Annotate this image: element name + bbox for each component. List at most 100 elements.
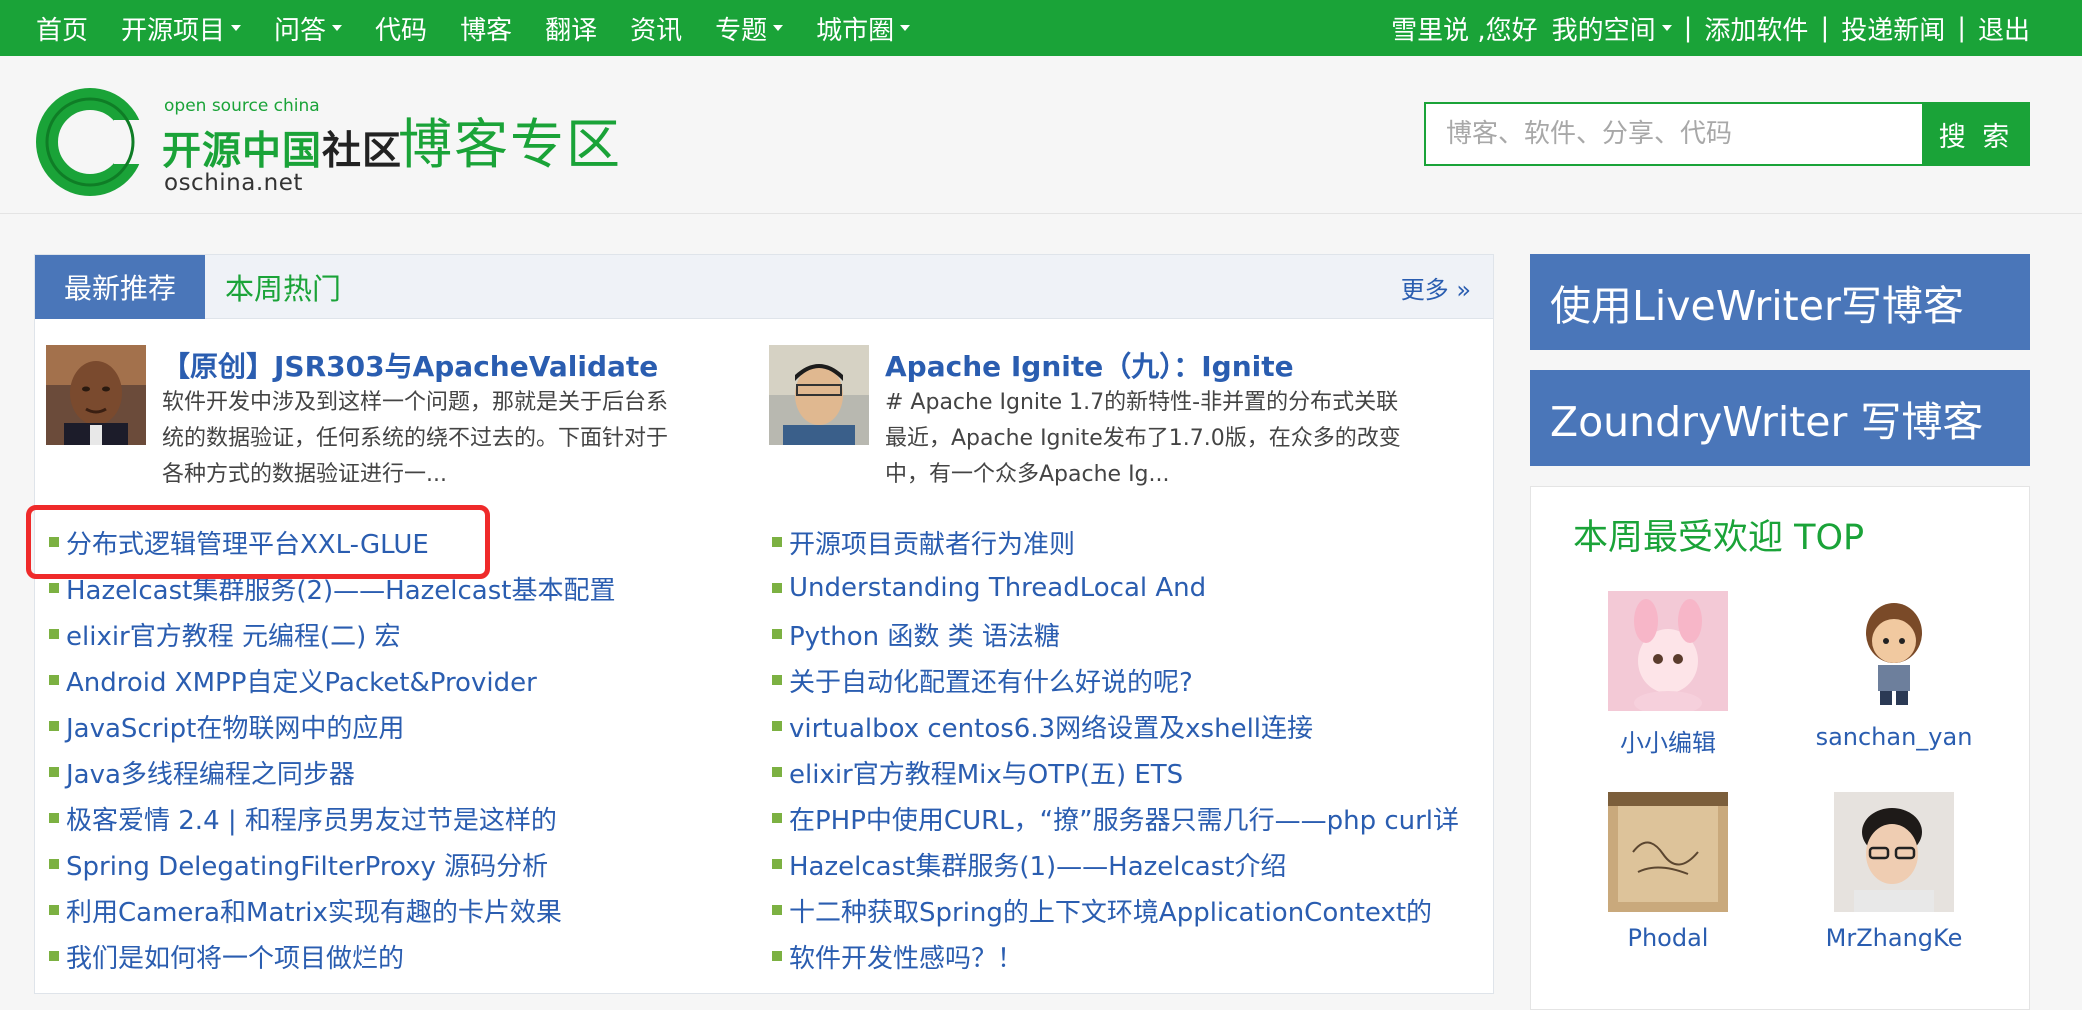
bullet-icon xyxy=(772,859,782,869)
weekly-top-title: 本周最受欢迎 TOP xyxy=(1573,518,1865,558)
chevron-down-icon xyxy=(231,25,242,31)
post-link[interactable]: JavaScript在物联网中的应用 xyxy=(49,703,769,749)
member-name: sanchan_yan xyxy=(1815,723,1973,751)
bullet-icon xyxy=(772,675,782,685)
featured-post-summary: 软件开发中涉及到这样一个问题，那就是关于后台系统的数据验证，任何系统的绕不过去的… xyxy=(162,390,669,487)
post-title: virtualbox centos6.3网络设置及xshell连接 xyxy=(789,713,1314,744)
bullet-icon xyxy=(49,767,59,777)
post-link[interactable]: Spring DelegatingFilterProxy 源码分析 xyxy=(49,841,769,887)
submit-news-link[interactable]: 投递新闻 xyxy=(1841,10,1945,47)
zoundrywriter-button[interactable]: ZoundryWriter 写博客 xyxy=(1530,370,2030,466)
author-avatar[interactable] xyxy=(769,345,869,445)
bullet-icon xyxy=(772,583,782,593)
post-link[interactable]: 十二种获取Spring的上下文环境ApplicationContext的 xyxy=(772,887,1492,933)
chevron-down-icon xyxy=(332,25,343,31)
bullet-icon xyxy=(772,767,782,777)
post-title: Understanding ThreadLocal And xyxy=(789,573,1207,603)
nav-item[interactable]: 开源项目 xyxy=(121,10,242,47)
post-title: Java多线程编程之同步器 xyxy=(66,759,355,790)
user-nav: 雪里说 ,您好 我的空间 | 添加软件 | 投递新闻 | 退出 xyxy=(1391,0,2030,56)
nav-item[interactable]: 专题 xyxy=(715,10,784,47)
featured-post-title[interactable]: 【原创】JSR303与ApacheValidate xyxy=(162,345,658,385)
post-list-right: 开源项目贡献者行为准则 Understanding ThreadLocal And… xyxy=(772,519,1492,979)
bullet-icon xyxy=(772,629,782,639)
tab-weekly-hot[interactable]: 本周热门 xyxy=(225,255,341,319)
post-link[interactable]: virtualbox centos6.3网络设置及xshell连接 xyxy=(772,703,1492,749)
livewriter-button[interactable]: 使用LiveWriter写博客 xyxy=(1530,254,2030,350)
post-title: JavaScript在物联网中的应用 xyxy=(66,713,405,744)
top-member[interactable]: 小小编辑 xyxy=(1578,591,1758,758)
weekly-top-box: 本周最受欢迎 TOP 小小编辑 sanchan_yan Phodal MrZha… xyxy=(1530,486,2030,1010)
author-avatar[interactable] xyxy=(46,345,146,445)
post-link[interactable]: elixir官方教程Mix与OTP(五) ETS xyxy=(772,749,1492,795)
separator: | xyxy=(1957,13,1966,43)
search-button[interactable]: 搜 索 xyxy=(1922,102,2030,166)
post-link[interactable]: 在PHP中使用CURL，“撩”服务器只需几行——php curl详 xyxy=(772,795,1492,841)
nav-item-label: 翻译 xyxy=(545,15,598,46)
post-link[interactable]: Java多线程编程之同步器 xyxy=(49,749,769,795)
post-link[interactable]: 极客爱情 2.4 | 和程序员男友过节是这样的 xyxy=(49,795,769,841)
nav-item-label: 博客 xyxy=(460,15,513,46)
nav-item-label: 代码 xyxy=(375,15,428,46)
separator: | xyxy=(1820,13,1830,43)
post-title: Spring DelegatingFilterProxy 源码分析 xyxy=(66,851,549,882)
tab-bar: 最新推荐 本周热门 更多 » xyxy=(35,255,1493,319)
tab-latest-recommended[interactable]: 最新推荐 xyxy=(35,255,205,319)
bullet-icon xyxy=(772,905,782,915)
more-link[interactable]: 更多 » xyxy=(1401,255,1471,319)
oschina-logo[interactable]: open source china 开源中国社区 oschina.net xyxy=(34,86,401,196)
post-link[interactable]: 软件开发性感吗？！ xyxy=(772,933,1492,979)
nav-item[interactable]: 代码 xyxy=(375,10,427,47)
nav-item[interactable]: 首页 xyxy=(36,10,88,47)
bullet-icon xyxy=(49,813,59,823)
bullet-icon xyxy=(772,951,782,961)
my-space-label: 我的空间 xyxy=(1551,15,1656,46)
main-nav: 首页 开源项目 问答 代码 博客 翻译 资讯 专题 城市圈 xyxy=(36,0,943,56)
post-link[interactable]: elixir官方教程 元编程(二) 宏 xyxy=(49,611,769,657)
add-software-link[interactable]: 添加软件 xyxy=(1704,10,1808,47)
post-link[interactable]: Android XMPP自定义Packet&Provider xyxy=(49,657,769,703)
post-title: 我们是如何将一个项目做烂的 xyxy=(66,943,405,974)
post-title: Python 函数 类 语法糖 xyxy=(789,621,1060,652)
bullet-icon xyxy=(49,905,59,915)
post-link[interactable]: 我们是如何将一个项目做烂的 xyxy=(49,933,769,979)
post-title: 十二种获取Spring的上下文环境ApplicationContext的 xyxy=(789,897,1433,928)
logo-c-icon xyxy=(36,88,154,196)
post-title: Hazelcast集群服务(1)——Hazelcast介绍 xyxy=(789,851,1287,882)
chevron-down-icon xyxy=(900,25,911,31)
top-member[interactable]: Phodal xyxy=(1578,792,1758,952)
featured-post-title[interactable]: Apache Ignite（九）：Ignite xyxy=(885,345,1294,385)
nav-item[interactable]: 翻译 xyxy=(545,10,597,47)
featured-post: Apache Ignite（九）：Ignite # Apache Ignite … xyxy=(769,345,1469,495)
logo-domain: oschina.net xyxy=(164,170,303,196)
post-link[interactable]: Hazelcast集群服务(1)——Hazelcast介绍 xyxy=(772,841,1492,887)
post-title: 关于自动化配置还有什么好说的呢? xyxy=(789,667,1193,698)
nav-item-label: 问答 xyxy=(274,15,327,46)
nav-item[interactable]: 问答 xyxy=(274,10,343,47)
nav-item-label: 资讯 xyxy=(630,15,683,46)
post-link[interactable]: 开源项目贡献者行为准则 xyxy=(772,519,1492,565)
nav-item[interactable]: 博客 xyxy=(460,10,512,47)
nav-item[interactable]: 城市圈 xyxy=(816,10,911,47)
search-input[interactable] xyxy=(1424,102,1922,166)
top-member[interactable]: MrZhangKe xyxy=(1804,792,1984,952)
featured-post-summary: # Apache Ignite 1.7的新特性-非并置的分布式关联 最近，Apa… xyxy=(885,390,1401,487)
post-link[interactable]: 关于自动化配置还有什么好说的呢? xyxy=(772,657,1492,703)
post-link[interactable]: Python 函数 类 语法糖 xyxy=(772,611,1492,657)
chevron-down-icon xyxy=(773,25,784,31)
post-title: 在PHP中使用CURL，“撩”服务器只需几行——php curl详 xyxy=(789,805,1460,836)
bullet-icon xyxy=(49,951,59,961)
user-greeting: 雪里说 ,您好 xyxy=(1391,15,1538,46)
post-link[interactable]: Understanding ThreadLocal And xyxy=(772,565,1492,611)
logo-text: 开源中国社区 xyxy=(162,120,402,176)
logout-link[interactable]: 退出 xyxy=(1978,10,2030,47)
my-space-link[interactable]: 我的空间 xyxy=(1552,10,1672,47)
top-member[interactable]: sanchan_yan xyxy=(1804,591,1984,751)
post-title: 软件开发性感吗？！ xyxy=(789,943,1024,974)
nav-item[interactable]: 资讯 xyxy=(630,10,682,47)
nav-item-label: 开源项目 xyxy=(121,15,226,46)
post-title: elixir官方教程Mix与OTP(五) ETS xyxy=(789,759,1184,790)
member-name: 小小编辑 xyxy=(1620,729,1716,757)
bullet-icon xyxy=(49,629,59,639)
post-link[interactable]: 利用Camera和Matrix实现有趣的卡片效果 xyxy=(49,887,769,933)
